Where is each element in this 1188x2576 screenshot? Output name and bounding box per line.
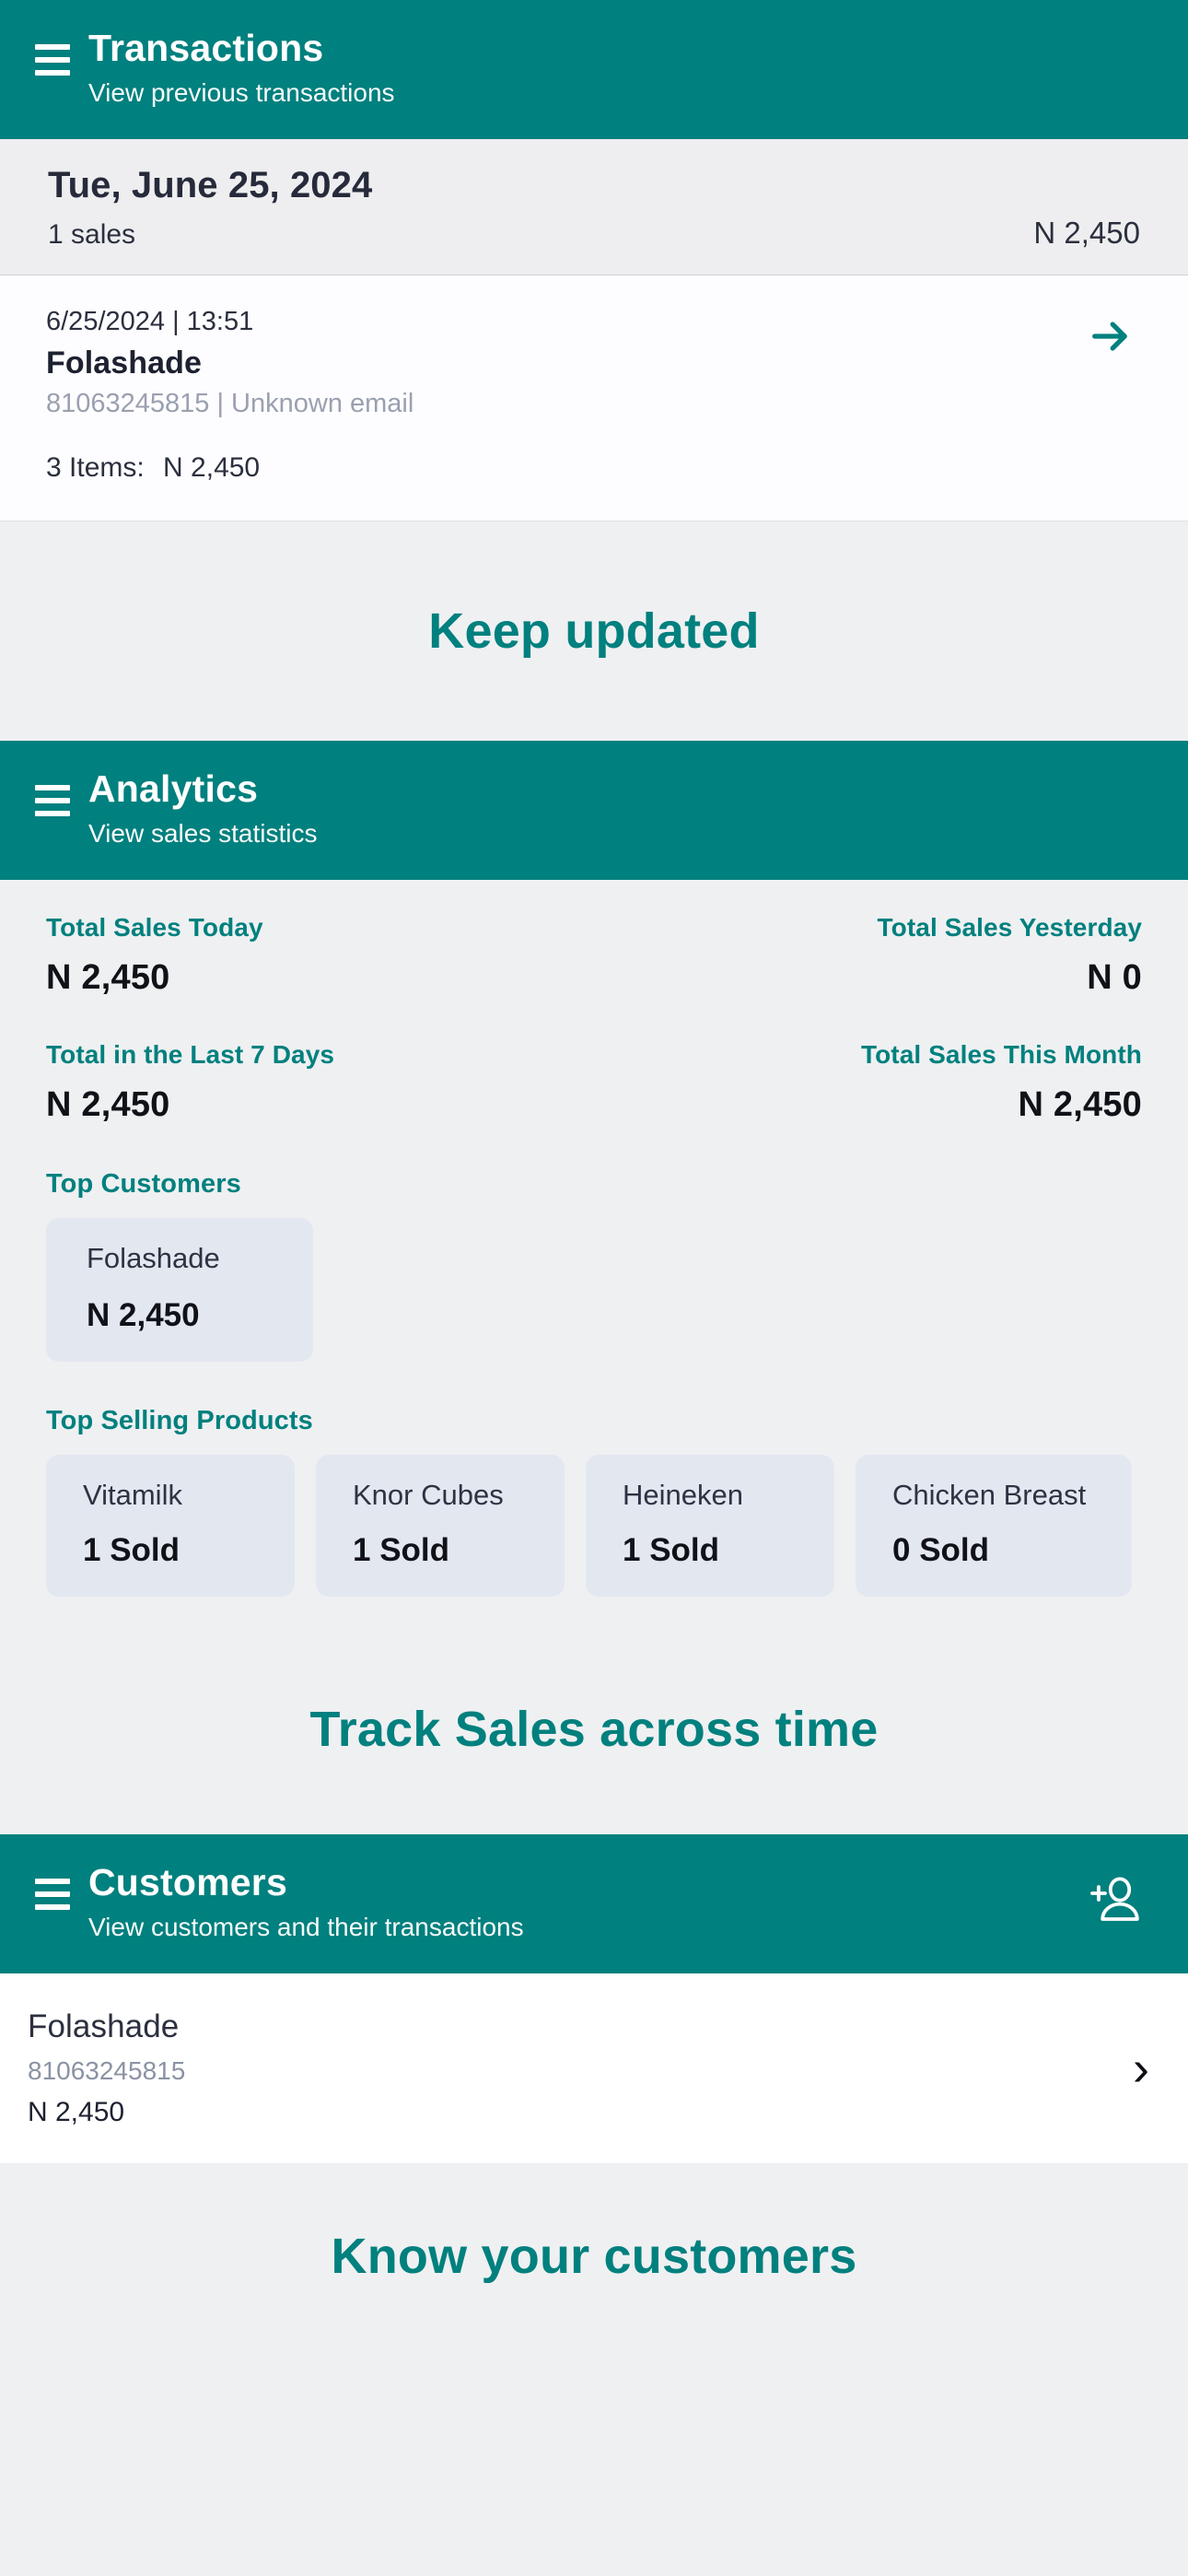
stat-total-sales-yesterday: Total Sales Yesterday N 0 bbox=[594, 913, 1142, 998]
hamburger-menu-icon[interactable] bbox=[35, 1879, 70, 1911]
top-customer-chip[interactable]: Folashade N 2,450 bbox=[46, 1218, 313, 1363]
transaction-customer-contact: 81063245815 | Unknown email bbox=[46, 389, 414, 419]
transaction-items-label: 3 Items: bbox=[46, 452, 145, 484]
top-product-chip[interactable]: Knor Cubes 1 Sold bbox=[316, 1455, 565, 1598]
page-title: Transactions bbox=[88, 27, 324, 69]
top-product-sold: 1 Sold bbox=[623, 1532, 720, 1569]
date-sales-count: 1 sales bbox=[48, 219, 136, 251]
date-total-amount: N 2,450 bbox=[1033, 216, 1140, 251]
analytics-subtitle: View sales statistics bbox=[88, 819, 318, 848]
transaction-date-group: Tue, June 25, 2024 1 sales N 2,450 bbox=[0, 139, 1188, 276]
top-product-sold: 0 Sold bbox=[892, 1532, 990, 1569]
chevron-right-icon[interactable]: › bbox=[1133, 2043, 1149, 2093]
hamburger-menu-icon[interactable] bbox=[35, 44, 70, 76]
transaction-items-total: N 2,450 bbox=[163, 452, 261, 484]
hamburger-menu-icon[interactable] bbox=[35, 785, 70, 817]
top-products-list: Vitamilk 1 Sold Knor Cubes 1 Sold Heinek… bbox=[46, 1455, 1142, 1598]
top-product-chip[interactable]: Chicken Breast 0 Sold bbox=[856, 1455, 1132, 1598]
customers-list: Folashade 81063245815 N 2,450 › bbox=[0, 1973, 1188, 2165]
top-customer-name: Folashade bbox=[87, 1242, 220, 1275]
customer-name: Folashade bbox=[28, 2008, 180, 2045]
promo-text: Know your customers bbox=[331, 2229, 857, 2285]
top-customer-amount: N 2,450 bbox=[87, 1297, 200, 1334]
arrow-right-icon[interactable] bbox=[1087, 312, 1135, 365]
promo-text: Track Sales across time bbox=[309, 1702, 879, 1758]
top-selling-products-label: Top Selling Products bbox=[46, 1406, 313, 1436]
transactions-header: Transactions View previous transactions bbox=[0, 0, 1188, 140]
date-heading: Tue, June 25, 2024 bbox=[48, 165, 373, 206]
stat-label: Total in the Last 7 Days bbox=[46, 1040, 335, 1070]
top-product-name: Knor Cubes bbox=[353, 1479, 504, 1512]
stat-value: N 2,450 bbox=[46, 958, 170, 998]
analytics-body: Total Sales Today N 2,450 Total Sales Ye… bbox=[0, 880, 1188, 1625]
top-customers-list: Folashade N 2,450 bbox=[46, 1218, 1142, 1363]
promo-banner-know-customers: Know your customers bbox=[0, 2164, 1188, 2349]
top-customers-label: Top Customers bbox=[46, 1169, 241, 1200]
stat-total-sales-this-month: Total Sales This Month N 2,450 bbox=[594, 1040, 1142, 1125]
add-person-icon[interactable] bbox=[1087, 1874, 1142, 1930]
transaction-customer-name: Folashade bbox=[46, 345, 203, 381]
stat-value: N 2,450 bbox=[46, 1085, 170, 1125]
analytics-stats-grid: Total Sales Today N 2,450 Total Sales Ye… bbox=[46, 913, 1142, 1125]
top-product-sold: 1 Sold bbox=[353, 1532, 450, 1569]
transaction-timestamp: 6/25/2024 | 13:51 bbox=[46, 307, 254, 337]
stat-label: Total Sales Today bbox=[46, 913, 263, 943]
promo-banner-keep-updated: Keep updated bbox=[0, 521, 1188, 742]
customer-row[interactable]: Folashade 81063245815 N 2,450 › bbox=[0, 1973, 1188, 2165]
top-product-name: Vitamilk bbox=[83, 1479, 182, 1512]
stat-total-sales-today: Total Sales Today N 2,450 bbox=[46, 913, 594, 998]
customer-phone: 81063245815 bbox=[28, 2056, 186, 2086]
customer-amount: N 2,450 bbox=[28, 2097, 125, 2128]
top-product-name: Heineken bbox=[623, 1479, 743, 1512]
top-product-name: Chicken Breast bbox=[892, 1479, 1087, 1512]
stat-label: Total Sales Yesterday bbox=[877, 913, 1142, 943]
transaction-row[interactable]: 6/25/2024 | 13:51 Folashade 81063245815 … bbox=[0, 275, 1188, 522]
top-product-chip[interactable]: Heineken 1 Sold bbox=[586, 1455, 834, 1598]
customers-header: Customers View customers and their trans… bbox=[0, 1834, 1188, 1974]
analytics-header: Analytics View sales statistics bbox=[0, 741, 1188, 881]
transaction-items-summary: 3 Items: N 2,450 bbox=[46, 452, 1142, 484]
customers-title: Customers bbox=[88, 1861, 287, 1904]
analytics-title: Analytics bbox=[88, 767, 259, 811]
promo-text: Keep updated bbox=[428, 603, 760, 660]
stat-value: N 0 bbox=[1087, 958, 1142, 998]
promo-banner-track-sales: Track Sales across time bbox=[0, 1624, 1188, 1835]
page-subtitle: View previous transactions bbox=[88, 77, 395, 107]
top-product-sold: 1 Sold bbox=[83, 1532, 181, 1569]
stat-value: N 2,450 bbox=[1018, 1085, 1142, 1125]
top-product-chip[interactable]: Vitamilk 1 Sold bbox=[46, 1455, 295, 1598]
stat-total-last-7-days: Total in the Last 7 Days N 2,450 bbox=[46, 1040, 594, 1125]
customers-subtitle: View customers and their transactions bbox=[88, 1913, 524, 1942]
app-screen: Transactions View previous transactions … bbox=[0, 0, 1188, 2576]
stat-label: Total Sales This Month bbox=[860, 1040, 1142, 1070]
